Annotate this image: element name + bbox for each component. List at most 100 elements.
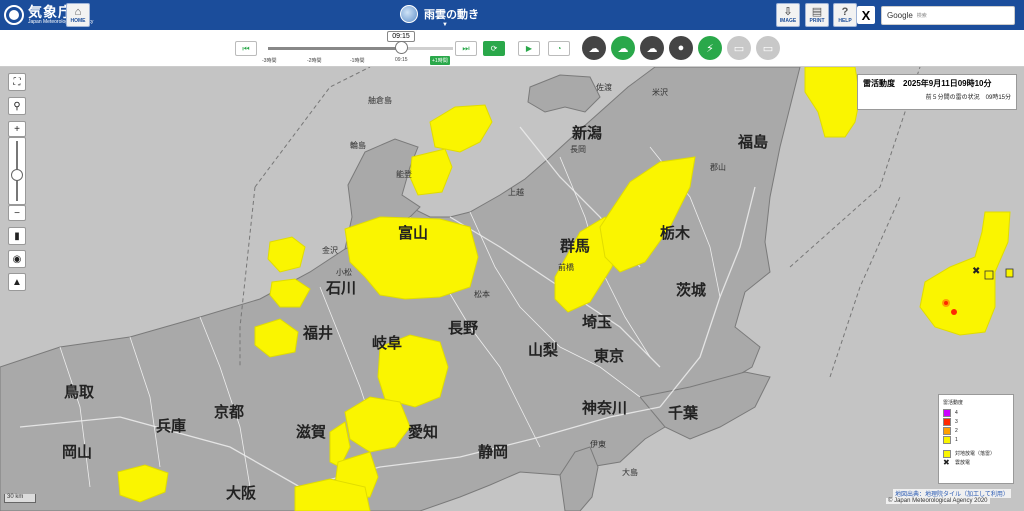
time-label: -1時間: [350, 58, 365, 64]
layer-button[interactable]: ▭: [756, 36, 780, 60]
pref-label: 新潟: [572, 125, 603, 142]
skip-start-button[interactable]: ⏮: [235, 41, 257, 56]
zoom-slider[interactable]: [8, 137, 26, 205]
home-label: HOME: [70, 17, 86, 24]
layer-button[interactable]: ☁: [640, 36, 664, 60]
layer-button[interactable]: ⚡: [698, 36, 722, 60]
pref-label: 群馬: [560, 238, 591, 255]
home-icon: ⌂: [74, 5, 82, 18]
zoom-out-button[interactable]: −: [8, 205, 26, 221]
info-panel: 雷活動度 2025年9月11日09時10分 前５分間の雷の状況 09時15分: [857, 74, 1017, 110]
home-button[interactable]: ⌂ HOME: [66, 3, 90, 27]
fullscreen-icon: ⛶: [13, 76, 21, 88]
pref-label: 山梨: [528, 342, 559, 359]
search-brand: Google: [887, 11, 913, 20]
legend-swatch: [943, 408, 951, 417]
legend-cloud-label: 雲放電: [955, 460, 971, 466]
time-label: 09:15: [395, 57, 408, 63]
image-button[interactable]: ⇩ IMAGE: [776, 3, 800, 27]
speed-button[interactable]: ◔: [548, 41, 570, 56]
scale-bar: 30 km: [4, 494, 37, 503]
pref-label: 東京: [594, 348, 625, 365]
legend-swatch: [943, 426, 951, 435]
city-label: 能登: [396, 170, 412, 179]
zoom-out-icon: −: [14, 207, 20, 219]
strike-marker: [984, 270, 994, 280]
lightning-level-3-cell: [944, 301, 948, 305]
map-canvas: ✖: [0, 67, 1024, 511]
layer-button[interactable]: ●: [669, 36, 693, 60]
copyright-credit: © Japan Meteorological Agency 2020: [886, 498, 990, 504]
city-label: 佐渡: [596, 83, 612, 92]
drop-icon: ●: [677, 42, 685, 54]
fullscreen-button[interactable]: ⛶: [8, 73, 26, 91]
pref-label: 大阪: [226, 485, 257, 502]
x-logo-icon: X: [861, 7, 871, 23]
play-icon: ▶: [525, 44, 533, 53]
x-share-button[interactable]: X: [857, 6, 875, 24]
refresh-icon: ⟳: [490, 44, 498, 53]
location-icon: ⚲: [13, 100, 21, 112]
layer-button[interactable]: ☁: [611, 36, 635, 60]
city-label: 輪島: [350, 141, 366, 150]
city-label: 長岡: [570, 145, 586, 154]
pref-label: 栃木: [660, 225, 691, 242]
city-label: 大島: [622, 468, 638, 477]
pref-label: 富山: [398, 225, 429, 242]
jma-logo-icon: [4, 5, 24, 25]
skip-end-button[interactable]: ⏭: [455, 41, 477, 56]
zoom-slider-track: [11, 141, 23, 201]
pref-label: 茨城: [676, 282, 707, 299]
download-icon: ⇩: [783, 5, 793, 18]
pref-label: 岡山: [62, 444, 93, 461]
pref-label: 鳥取: [64, 384, 95, 401]
terrain-button[interactable]: ▲: [8, 273, 26, 291]
time-slider[interactable]: [268, 47, 453, 50]
city-label: 松本: [474, 290, 490, 299]
info-title: 雷活動度 2025年9月11日09時10分: [863, 79, 992, 88]
pref-label: 長野: [448, 320, 479, 337]
speedometer-icon: ◔: [556, 44, 562, 53]
search-placeholder: 検索: [916, 13, 927, 19]
pref-label: 福井: [303, 325, 334, 342]
print-button[interactable]: ▤ PRINT: [805, 3, 829, 27]
pref-label: 石川: [326, 280, 357, 297]
legend-row: 3: [943, 417, 1009, 426]
print-label: PRINT: [809, 17, 825, 24]
location-button[interactable]: ⚲: [8, 97, 26, 115]
map-area[interactable]: ✖ 新潟 福島 石川 富山 長野 群馬 栃木 茨城 埼玉 福井 岐阜 山梨 東京…: [0, 67, 1024, 511]
zoom-in-button[interactable]: +: [8, 121, 26, 137]
drop-button[interactable]: ◉: [8, 250, 26, 268]
legend-level: 1: [955, 436, 958, 443]
map-source-credit[interactable]: 地図出典：地理院タイル（加工して利用）: [893, 489, 1011, 498]
layer-button[interactable]: ☁: [582, 36, 606, 60]
road-icon: ▭: [762, 42, 774, 55]
city-label: 前橋: [558, 263, 574, 272]
cloud-up-icon: ☁: [617, 42, 629, 55]
legend-panel: 雷活動度 4 3 2 1 対地放電（落雷） ✖ 雲放電: [938, 394, 1014, 484]
app-header: 気象庁 Japan Meteorological Agency ⌂ HOME 雨…: [0, 0, 1024, 30]
help-label: HELP: [838, 17, 852, 24]
help-button[interactable]: ? HELP: [833, 3, 857, 27]
cloud-discharge-icon: ✖: [943, 458, 950, 467]
pref-label: 埼玉: [582, 314, 613, 331]
zoom-slider-handle[interactable]: [11, 169, 23, 181]
layer-button[interactable]: ▭: [727, 36, 751, 60]
page-title-dropdown[interactable]: 雨雲の動き ▼: [400, 5, 479, 28]
pref-label: 千葉: [668, 405, 699, 422]
plus-one-hour-badge[interactable]: +1時間: [430, 56, 450, 65]
search-input[interactable]: Google 検索: [881, 6, 1015, 25]
skip-start-icon: ⏮: [242, 43, 250, 53]
time-label: -3時間: [262, 58, 277, 64]
drop-icon: ◉: [12, 253, 22, 265]
time-slider-handle[interactable]: [395, 41, 409, 54]
pref-label: 滋賀: [296, 424, 327, 441]
legend-title: 雷活動度: [943, 400, 964, 406]
cloud-discharge-marker: ✖: [972, 266, 980, 277]
printer-icon: ▤: [811, 5, 823, 18]
map-book-button[interactable]: ▮: [8, 227, 26, 245]
mountain-icon: ▲: [12, 276, 22, 288]
play-button[interactable]: ▶: [518, 41, 540, 56]
refresh-button[interactable]: ⟳: [483, 41, 505, 56]
lightning-icon: ⚡: [706, 42, 714, 55]
